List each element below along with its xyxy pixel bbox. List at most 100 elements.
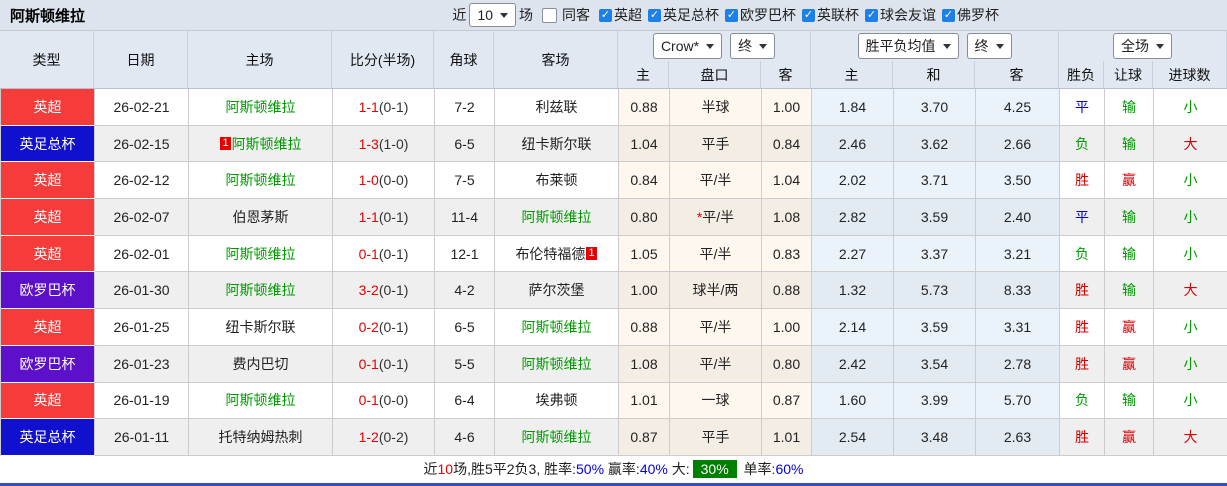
- handicap-odds-home: 0.88: [619, 309, 670, 346]
- col-header-type: 类型: [0, 31, 94, 88]
- competition-badge: 英超: [1, 309, 95, 346]
- filter-label: 英联杯: [817, 7, 859, 23]
- corners-count: 12-1: [435, 235, 495, 273]
- competition-badge: 英足总杯: [1, 419, 95, 456]
- subcol-avg-away: 客: [975, 61, 1059, 88]
- handicap-line: 平/半: [670, 309, 762, 346]
- result-flag: 胜: [1060, 272, 1105, 310]
- odds-time-select-2[interactable]: 终: [966, 33, 1012, 59]
- full-time-score: 1-3: [358, 135, 379, 152]
- half-time-score: (0-0): [378, 172, 409, 189]
- away-team-cell: 萨尔茨堡: [495, 272, 619, 310]
- recent-label: 近: [452, 7, 467, 23]
- handicap-line: 平/半: [670, 162, 762, 200]
- handicap-odds-away: 1.04: [762, 162, 812, 200]
- goals-result-flag: 小: [1154, 236, 1227, 273]
- goals-result-flag: 小: [1154, 89, 1227, 126]
- odds-company-select[interactable]: Crow*: [652, 33, 723, 59]
- full-time-score: 1-1: [358, 208, 379, 225]
- filter-label: 球会友谊: [880, 7, 936, 23]
- home-team-cell: 纽卡斯尔联: [189, 309, 333, 346]
- handicap-odds-home: 0.88: [619, 89, 670, 126]
- corners-count: 4-6: [435, 419, 495, 456]
- scope-select[interactable]: 全场: [1113, 33, 1172, 59]
- corners-count: 7-5: [435, 162, 495, 200]
- away-team-name: 埃弗顿: [535, 392, 578, 409]
- filter-checkbox[interactable]: ✓: [648, 8, 661, 22]
- home-team-cell: 费内巴切: [189, 345, 333, 383]
- league-filter-list: ✓ 英超 ✓ 英足总杯 ✓ 欧罗巴杯 ✓ 英联杯 ✓ 球会友谊 ✓ 佛罗杯: [593, 5, 999, 25]
- goals-result-flag: 小: [1154, 346, 1227, 383]
- away-team-name: 布伦特福德: [515, 245, 586, 262]
- handicap-result-flag: 输: [1105, 199, 1154, 236]
- home-team-name: 阿斯顿维拉: [225, 392, 296, 409]
- away-team-name: 阿斯顿维拉: [521, 355, 592, 372]
- away-team-cell: 利兹联: [495, 89, 619, 126]
- filter-checkbox[interactable]: ✓: [802, 8, 815, 22]
- subcol-handicap-result: 让球: [1104, 61, 1153, 88]
- half-time-score: (0-0): [378, 392, 409, 409]
- filter-checkbox[interactable]: ✓: [942, 8, 955, 22]
- scope-select-group: 全场: [1059, 31, 1227, 61]
- table-row: 欧罗巴杯 26-01-23 费内巴切 0-1 (0-1) 5-5 阿斯顿维拉 1.…: [0, 345, 1227, 383]
- away-team-cell: 阿斯顿维拉: [495, 345, 619, 383]
- avg-odds-home: 2.14: [812, 309, 894, 346]
- handicap-text: 一球: [701, 392, 730, 409]
- competition-badge: 欧罗巴杯: [1, 345, 95, 383]
- match-date: 26-01-19: [95, 382, 189, 420]
- odds-time-select-1[interactable]: 终: [730, 33, 776, 59]
- handicap-odds-home: 1.08: [619, 345, 670, 383]
- handicap-line: 一球: [670, 382, 762, 420]
- filter-checkbox[interactable]: ✓: [725, 8, 738, 22]
- corners-count: 5-5: [435, 345, 495, 383]
- match-date: 26-02-01: [95, 235, 189, 273]
- filter-checkbox[interactable]: ✓: [865, 8, 878, 22]
- home-team-name: 阿斯顿维拉: [225, 282, 296, 299]
- half-time-score: (0-1): [378, 282, 409, 299]
- away-team-cell: 阿斯顿维拉: [495, 419, 619, 456]
- same-away-checkbox[interactable]: [542, 7, 557, 23]
- handicap-result-flag: 输: [1105, 125, 1154, 163]
- footer-big-rate: 30%: [692, 460, 737, 479]
- home-team-name: 阿斯顿维拉: [225, 172, 296, 189]
- handicap-odds-home: 1.00: [619, 272, 670, 310]
- goals-result-flag: 大: [1154, 419, 1227, 456]
- score-cell: 0-2 (0-1): [333, 309, 435, 346]
- handicap-odds-home: 1.01: [619, 382, 670, 420]
- home-team-name: 伯恩茅斯: [232, 208, 289, 225]
- score-cell: 1-0 (0-0): [333, 162, 435, 200]
- match-date: 26-02-07: [95, 199, 189, 236]
- home-team-name: 阿斯顿维拉: [231, 135, 302, 152]
- half-time-score: (0-1): [378, 245, 409, 262]
- handicap-result-flag: 赢: [1105, 162, 1154, 200]
- col-header-date: 日期: [94, 31, 188, 88]
- handicap-odds-home: 1.04: [619, 125, 670, 163]
- handicap-odds-home: 0.84: [619, 162, 670, 200]
- recent-count-select[interactable]: 10: [469, 3, 516, 27]
- half-time-score: (0-2): [378, 429, 409, 446]
- corners-count: 6-5: [435, 309, 495, 346]
- avg-odds-home: 2.02: [812, 162, 894, 200]
- handicap-odds-away: 1.00: [762, 309, 812, 346]
- goals-result-flag: 大: [1154, 272, 1227, 310]
- result-flag: 负: [1060, 125, 1105, 163]
- goals-result-flag: 小: [1154, 199, 1227, 236]
- subcol-avg-home: 主: [811, 61, 893, 88]
- red-card-badge: 1: [220, 137, 231, 151]
- result-flag: 平: [1060, 199, 1105, 236]
- away-team-name: 萨尔茨堡: [528, 282, 585, 299]
- handicap-text: 球半/两: [692, 282, 739, 299]
- filter-checkbox[interactable]: ✓: [599, 8, 612, 22]
- result-flag: 负: [1060, 382, 1105, 420]
- half-time-score: (0-1): [378, 355, 409, 372]
- full-time-score: 1-2: [358, 429, 379, 446]
- handicap-odds-away: 0.84: [762, 125, 812, 163]
- competition-badge: 英足总杯: [1, 125, 95, 163]
- handicap-result-flag: 赢: [1105, 309, 1154, 346]
- avg-odds-home: 1.60: [812, 382, 894, 420]
- avg-mode-select[interactable]: 胜平负均值: [857, 33, 959, 59]
- result-flag: 负: [1060, 235, 1105, 273]
- handicap-text: 平/半: [699, 172, 732, 189]
- home-team-cell: 托特纳姆热刺: [189, 419, 333, 456]
- avg-odds-home: 2.27: [812, 235, 894, 273]
